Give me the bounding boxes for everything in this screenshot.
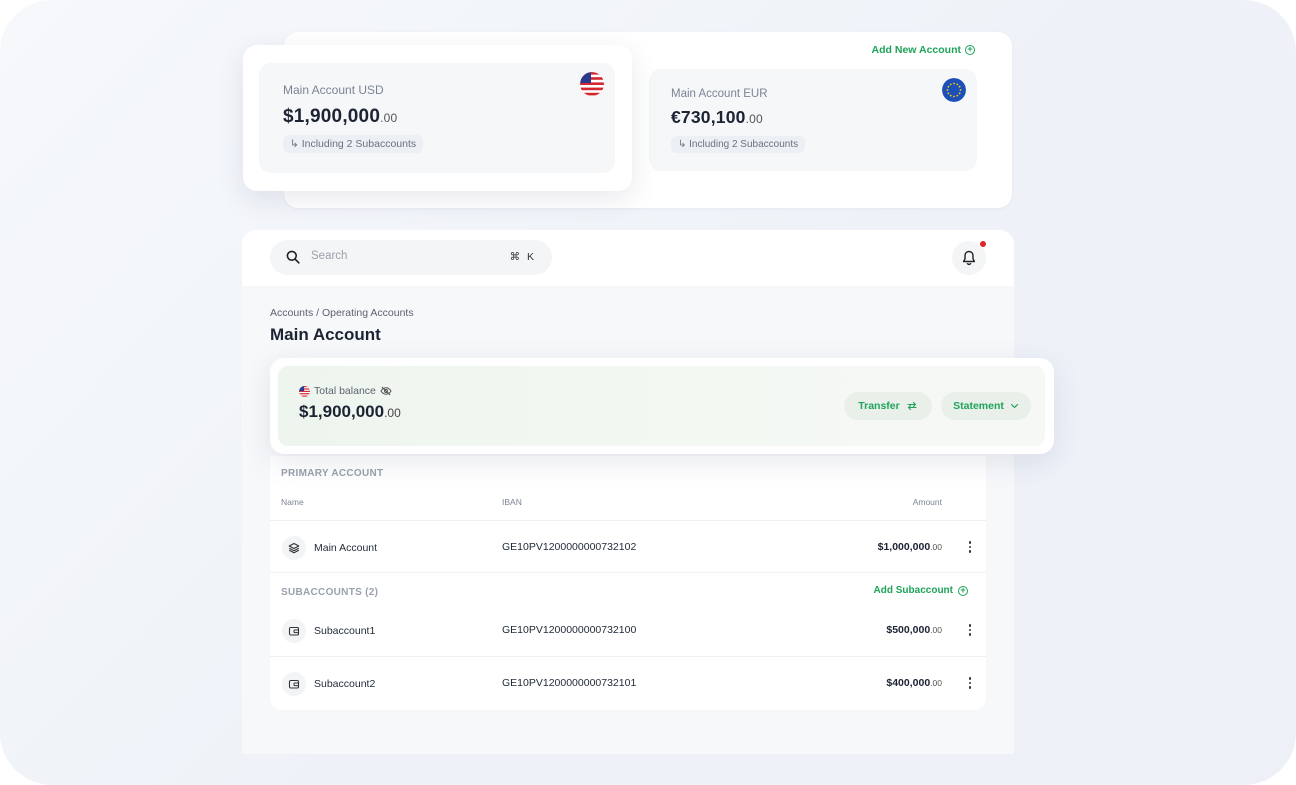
statement-label: Statement xyxy=(953,400,1004,412)
total-balance-amount: $1,900,000.00 xyxy=(299,402,401,422)
account-card-amount: $1,900,000.00 xyxy=(283,106,397,128)
plus-circle-icon: + xyxy=(958,585,968,596)
row-iban: GE10PV1200000000732100 xyxy=(502,624,637,636)
accounts-table: PRIMARY ACCOUNT Name IBAN Amount Main Ac… xyxy=(270,456,986,710)
total-balance-label: Total balance xyxy=(314,385,376,397)
account-card-eur[interactable]: Main Account EUR €730,100.00 ↳ Including… xyxy=(649,69,977,171)
table-row[interactable]: Subaccount2 GE10PV1200000000732101 $400,… xyxy=(270,656,986,708)
amount-main: €730,100 xyxy=(671,107,746,127)
us-flag-icon xyxy=(580,72,604,96)
breadcrumb[interactable]: Accounts / Operating Accounts xyxy=(270,307,414,319)
wallet-icon xyxy=(282,619,306,643)
column-header-amount: Amount xyxy=(912,497,942,507)
table-row[interactable]: Main Account GE10PV1200000000732102 $1,0… xyxy=(270,520,986,572)
row-iban: GE10PV1200000000732101 xyxy=(502,677,637,689)
add-subaccount-label: Add Subaccount xyxy=(873,585,953,596)
account-card-usd-wrapper: Main Account USD $1,900,000.00 ↳ Includi… xyxy=(243,45,632,191)
row-name: Subaccount1 xyxy=(314,625,376,637)
total-balance-label-group: Total balance xyxy=(299,385,392,397)
search-input[interactable]: Search ⌘ K xyxy=(270,240,552,275)
transfer-button[interactable]: Transfer xyxy=(844,392,932,420)
amount-main: $1,900,000 xyxy=(283,106,381,127)
add-new-account-label: Add New Account xyxy=(871,44,961,56)
account-card-usd[interactable]: Main Account USD $1,900,000.00 ↳ Includi… xyxy=(259,63,615,173)
row-name: Subaccount2 xyxy=(314,678,376,690)
page-title: Main Account xyxy=(270,325,381,344)
total-balance-panel: Total balance $1,900,000.00 Transfer Sta… xyxy=(278,366,1045,446)
row-name: Main Account xyxy=(314,542,378,554)
table-row[interactable]: Subaccount1 GE10PV1200000000732100 $500,… xyxy=(270,604,986,656)
row-amount: $500,000.00 xyxy=(886,624,942,636)
main-app-panel: Search ⌘ K Accounts / Operating Accounts… xyxy=(242,230,1054,754)
amount-cents: .00 xyxy=(380,111,398,125)
us-flag-icon xyxy=(299,385,310,397)
amount-cents: .00 xyxy=(384,406,401,420)
background-frame: Add New Account + Main Account EUR €730,… xyxy=(0,0,1296,785)
more-options-icon[interactable] xyxy=(966,540,974,554)
account-card-amount: €730,100.00 xyxy=(671,107,763,128)
transfer-label: Transfer xyxy=(858,400,900,412)
amount-cents: .00 xyxy=(930,542,942,552)
column-header-iban: IBAN xyxy=(502,497,522,507)
account-card-label: Main Account EUR xyxy=(671,88,768,100)
search-placeholder: Search xyxy=(311,250,348,262)
amount-main: $500,000 xyxy=(886,624,931,636)
subaccounts-badge: ↳ Including 2 Subaccounts xyxy=(283,135,424,153)
transfer-arrows-icon xyxy=(907,401,917,411)
add-new-account-button[interactable]: Add New Account + xyxy=(872,44,975,56)
wallet-icon xyxy=(282,672,306,696)
notifications-button[interactable] xyxy=(952,240,987,275)
row-amount: $1,000,000.00 xyxy=(878,541,942,553)
total-balance-card: Total balance $1,900,000.00 Transfer Sta… xyxy=(270,358,1054,454)
search-icon xyxy=(286,250,300,264)
amount-cents: .00 xyxy=(930,625,942,635)
chevron-down-icon xyxy=(1010,403,1018,409)
subaccounts-badge: ↳ Including 2 Subaccounts xyxy=(671,136,806,153)
primary-account-header: PRIMARY ACCOUNT xyxy=(281,468,384,479)
add-subaccount-button[interactable]: Add Subaccount + xyxy=(874,585,968,596)
more-options-icon[interactable] xyxy=(966,623,974,637)
column-header-name: Name xyxy=(281,497,304,507)
eye-off-icon[interactable] xyxy=(380,386,392,396)
plus-circle-icon: + xyxy=(965,45,975,55)
row-iban: GE10PV1200000000732102 xyxy=(502,541,637,553)
amount-cents: .00 xyxy=(930,678,942,688)
eu-flag-icon xyxy=(942,78,966,102)
amount-main: $1,900,000 xyxy=(299,402,385,421)
amount-main: $400,000 xyxy=(886,677,931,689)
amount-main: $1,000,000 xyxy=(877,541,931,553)
account-card-label: Main Account USD xyxy=(283,83,384,97)
layers-icon xyxy=(282,536,306,560)
bell-icon xyxy=(962,250,976,266)
amount-cents: .00 xyxy=(745,112,763,126)
row-amount: $400,000.00 xyxy=(886,677,942,689)
top-bar: Search ⌘ K xyxy=(242,230,1014,286)
notification-dot xyxy=(979,240,987,248)
keyboard-shortcut: ⌘ K xyxy=(509,251,536,263)
more-options-icon[interactable] xyxy=(966,676,974,690)
statement-dropdown[interactable]: Statement xyxy=(941,392,1031,420)
